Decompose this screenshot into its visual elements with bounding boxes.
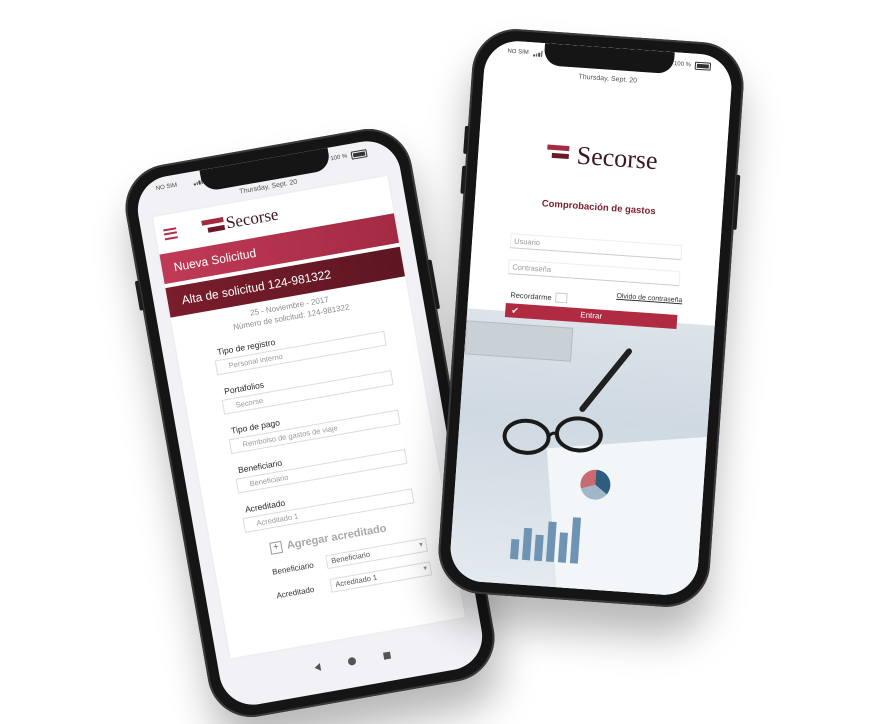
calculator-shape: [464, 320, 574, 362]
username-input[interactable]: Usuario: [509, 233, 683, 261]
logo: Secorse: [546, 139, 659, 177]
chevron-down-icon: ▾: [422, 564, 428, 573]
logo-mark: [201, 217, 225, 235]
recent-apps-icon[interactable]: [382, 651, 391, 660]
remember-me[interactable]: Recordarme: [510, 289, 568, 304]
brand-name: Secorse: [224, 204, 280, 233]
battery-icon: [694, 61, 712, 71]
left-screen: NO SIM 100 % Thursday, Sept. 20 Secorse …: [132, 135, 488, 711]
remember-label: Recordarme: [510, 289, 552, 302]
app-panel: Secorse Nueva Solicitud Alta de solicitu…: [152, 175, 466, 659]
forgot-password-link[interactable]: Olvido de contraseña: [616, 293, 682, 305]
select-value: Acreditado 1: [334, 572, 378, 589]
battery-status: 100 %: [330, 149, 368, 163]
office-photo: [448, 300, 719, 597]
battery-icon: [350, 149, 368, 160]
power-button: [732, 174, 741, 230]
select-label: Acreditado: [275, 584, 315, 600]
check-icon: ✔: [510, 305, 520, 316]
battery-text: 100 %: [330, 153, 348, 163]
menu-icon[interactable]: [163, 226, 178, 240]
phone-right: NO SIM 100 % Thursday, Sept. 20 Secorse …: [435, 26, 747, 610]
pen-shape: [578, 347, 634, 414]
logo-mark: [546, 145, 575, 165]
home-icon[interactable]: [346, 656, 357, 667]
volume-button: [134, 280, 144, 311]
back-icon[interactable]: [313, 663, 321, 672]
power-button: [427, 259, 441, 310]
page-title: Comprobación de gastos: [541, 198, 656, 218]
chevron-down-icon: ▾: [418, 541, 424, 549]
volume-button: [460, 165, 467, 194]
enter-label: Entrar: [579, 310, 603, 321]
password-input[interactable]: Contraseña: [507, 259, 681, 287]
glasses-icon: [502, 416, 603, 455]
phone-left: NO SIM 100 % Thursday, Sept. 20 Secorse …: [118, 122, 502, 724]
bar-chart-shape: [509, 513, 582, 564]
select-value: Beneficiario: [330, 549, 371, 566]
form-fields: Tipo de registro Personal interno Portaf…: [177, 313, 444, 539]
battery-text: 100 %: [673, 61, 692, 69]
logo: Secorse: [201, 205, 280, 238]
brand-name: Secorse: [575, 140, 659, 176]
remember-checkbox[interactable]: [555, 292, 568, 304]
right-screen: NO SIM 100 % Thursday, Sept. 20 Secorse …: [448, 39, 734, 597]
volume-button: [463, 125, 470, 154]
plus-icon: +: [269, 540, 284, 555]
select-label: Beneficiario: [271, 560, 315, 577]
carrier-text: NO SIM: [155, 182, 178, 193]
signal-icon: [533, 50, 543, 59]
